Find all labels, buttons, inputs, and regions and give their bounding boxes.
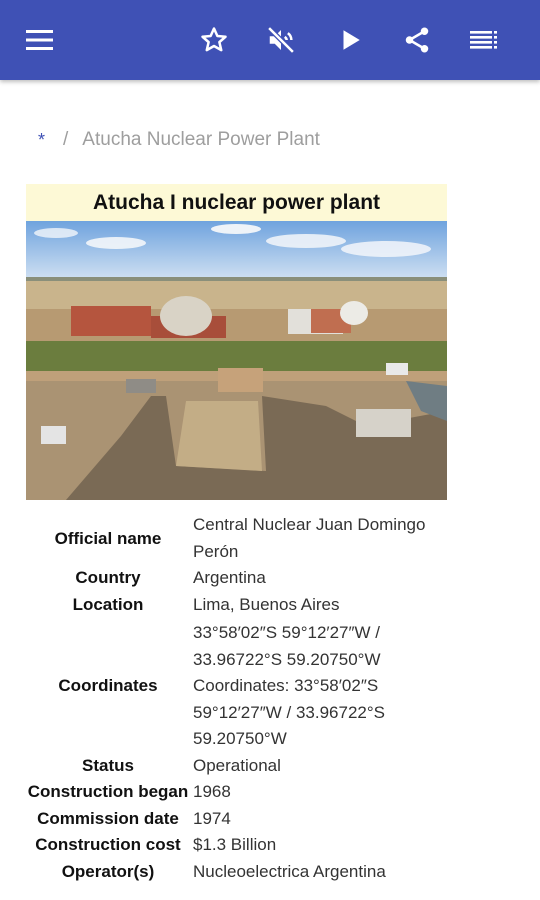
plant-photo[interactable] [26, 221, 447, 500]
infobox-row-value: 1968 [193, 779, 455, 806]
infobox-row: Operator(s) Nucleoelectrica Argentina [26, 859, 466, 886]
infobox-row-value: 1974 [193, 806, 455, 833]
infobox-value-line: 59.20750°W [193, 729, 287, 748]
infobox-row-label: Location [72, 594, 144, 614]
infobox-value-line: Coordinates: 33°58′02″S [193, 676, 379, 695]
breadcrumb-current: Atucha Nuclear Power Plant [82, 129, 320, 150]
infobox-value-line: 1974 [193, 808, 231, 828]
infobox-value-line: Argentina [193, 568, 266, 587]
contents-button[interactable] [462, 18, 506, 62]
volume-off-icon [266, 25, 296, 55]
infobox-row-value: Central Nuclear Juan Domingo Perón [193, 512, 455, 565]
infobox-row: Location Lima, Buenos Aires [26, 592, 466, 619]
infobox-row-label: Official name [54, 528, 162, 548]
infobox-row-label: Coordinates [58, 676, 158, 696]
infobox-row-value: Nucleoelectrica Argentina [193, 859, 455, 886]
star-outline-icon [199, 25, 229, 55]
infobox-value-line: Nucleoelectrica Argentina [193, 861, 386, 881]
infobox-value-line: Lima, Buenos Aires [193, 594, 340, 614]
share-button[interactable] [395, 18, 439, 62]
infobox-value-line: Central Nuclear Juan Domingo [193, 515, 426, 534]
table-of-contents-icon [470, 29, 498, 51]
favorite-button[interactable] [192, 18, 236, 62]
infobox-row-label: Operator(s) [61, 861, 155, 881]
infobox-row-value: Lima, Buenos Aires [193, 592, 455, 619]
share-icon [402, 25, 432, 55]
infobox-row-value: 33°58′02″S 59°12′27″W / 33.96722°S 59.207… [193, 620, 455, 753]
infobox-row: Coordinates 33°58′02″S 59°12′27″W / 33.967… [26, 620, 466, 753]
menu-button[interactable] [18, 18, 62, 62]
infobox: Atucha I nuclear power plant [26, 184, 447, 500]
infobox-row: Construction began 1968 [26, 779, 466, 806]
infobox-value-line: 33.96722°S 59.20750°W [193, 649, 381, 669]
infobox-row-label: Commission date [37, 808, 179, 828]
infobox-rows: Official name Central Nuclear Juan Doming… [26, 512, 466, 885]
infobox-value-line: 1968 [193, 782, 231, 801]
breadcrumb-home-link[interactable]: * [38, 130, 45, 151]
infobox-row-label: Construction began [27, 782, 189, 802]
infobox-value-line: Perón [193, 541, 239, 561]
infobox-row: Commission date 1974 [26, 806, 466, 833]
infobox-row: Status Operational [26, 753, 466, 780]
infobox-row-value: Argentina [193, 565, 455, 592]
infobox-value-line: 59°12′27″W / 33.96722°S [193, 702, 385, 722]
infobox-row-value: Operational [193, 753, 455, 780]
infobox-row: Official name Central Nuclear Juan Doming… [26, 512, 466, 565]
infobox-value-line: 33°58′02″S 59°12′27″W / [193, 623, 381, 642]
infobox-row: Construction cost $1.3 Billion [26, 832, 466, 859]
app-bar [0, 0, 540, 80]
breadcrumb: * / Atucha Nuclear Power Plant [38, 128, 320, 152]
infobox-row-label: Country [75, 568, 141, 588]
mute-button[interactable] [259, 18, 303, 62]
infobox-title: Atucha I nuclear power plant [26, 184, 447, 221]
breadcrumb-separator: / [63, 129, 69, 150]
infobox-value-line: Operational [193, 755, 281, 775]
infobox-value-line: $1.3 Billion [193, 835, 277, 854]
play-icon [337, 27, 363, 53]
menu-icon [26, 29, 54, 51]
infobox-row-label: Status [82, 755, 134, 775]
play-button[interactable] [328, 18, 372, 62]
infobox-row-value: $1.3 Billion [193, 832, 455, 859]
infobox-row-label: Construction cost [35, 835, 181, 855]
infobox-row: Country Argentina [26, 565, 466, 592]
